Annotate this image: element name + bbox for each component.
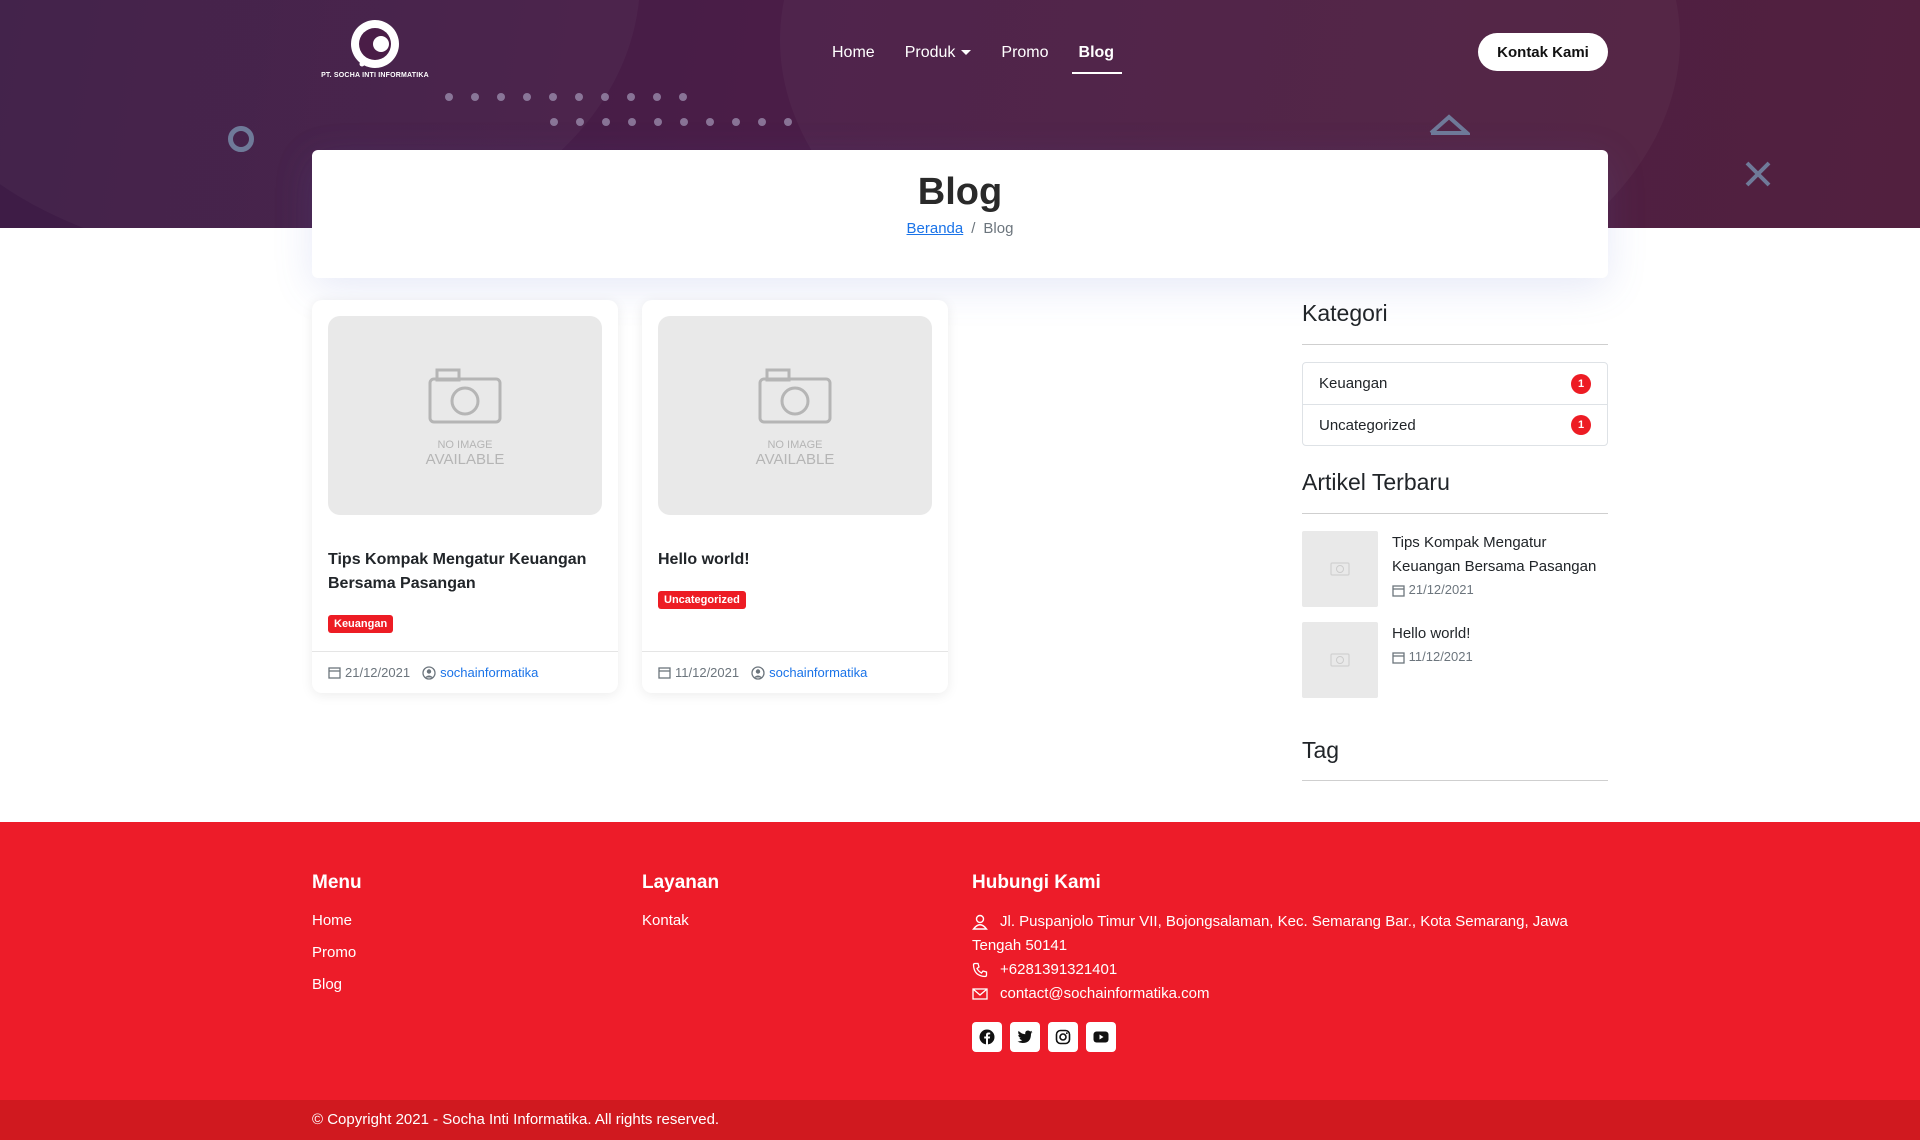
recent-articles-heading: Artikel Terbaru bbox=[1302, 469, 1450, 495]
footer-link-promo[interactable]: Promo bbox=[312, 944, 356, 961]
no-image-label: AVAILABLE bbox=[755, 451, 835, 468]
category-name: Uncategorized bbox=[1319, 416, 1416, 434]
footer-services-heading: Layanan bbox=[642, 872, 720, 893]
logo-mark-icon bbox=[351, 20, 399, 68]
contact-phone: +6281391321401 bbox=[972, 958, 1592, 982]
nav-home[interactable]: Home bbox=[824, 40, 883, 66]
category-item[interactable]: Uncategorized 1 bbox=[1303, 404, 1607, 445]
categories-heading: Kategori bbox=[1302, 300, 1388, 326]
post-author-link[interactable]: sochainformatika bbox=[440, 665, 538, 680]
triangle-decoration bbox=[1429, 114, 1470, 135]
breadcrumb-home-link[interactable]: Beranda bbox=[907, 220, 964, 237]
camera-icon bbox=[1330, 562, 1350, 576]
youtube-icon[interactable] bbox=[1086, 1022, 1116, 1052]
nav-promo[interactable]: Promo bbox=[993, 40, 1056, 66]
divider bbox=[1302, 513, 1608, 514]
page-title: Blog bbox=[917, 171, 1003, 213]
footer-link-blog[interactable]: Blog bbox=[312, 976, 342, 993]
calendar-icon bbox=[1392, 585, 1405, 597]
post-meta: 21/12/2021 sochainformatika bbox=[312, 651, 618, 693]
user-icon bbox=[972, 914, 988, 930]
ring-decoration bbox=[228, 126, 254, 152]
dots-decoration bbox=[445, 93, 687, 101]
calendar-icon bbox=[1392, 652, 1405, 664]
footer-menu-heading: Menu bbox=[312, 872, 362, 893]
category-count-badge: 1 bbox=[1571, 415, 1591, 435]
contact-address: Jl. Puspanjolo Timur VII, Bojongsalaman,… bbox=[972, 910, 1592, 958]
camera-icon bbox=[1330, 653, 1350, 667]
no-image-label: NO IMAGE bbox=[767, 439, 823, 451]
facebook-icon[interactable] bbox=[972, 1022, 1002, 1052]
chevron-down-icon bbox=[961, 50, 972, 56]
breadcrumb-current: Blog bbox=[983, 220, 1014, 237]
post-title[interactable]: Hello world! bbox=[658, 548, 932, 572]
footer-contact-heading: Hubungi Kami bbox=[972, 872, 1101, 893]
camera-icon bbox=[428, 368, 502, 424]
footer-link-home[interactable]: Home bbox=[312, 912, 352, 929]
category-count-badge: 1 bbox=[1571, 373, 1591, 394]
copyright-bar: © Copyright 2021 - Socha Inti Informatik… bbox=[0, 1100, 1920, 1140]
phone-text[interactable]: +6281391321401 bbox=[1000, 961, 1117, 978]
recent-article-item[interactable]: Hello world! 11/12/2021 bbox=[1302, 622, 1608, 698]
no-image-label: AVAILABLE bbox=[425, 451, 505, 468]
post-card[interactable]: NO IMAGE AVAILABLE Hello world! Uncatego… bbox=[642, 300, 948, 693]
tag-heading: Tag bbox=[1302, 737, 1340, 763]
divider bbox=[1302, 780, 1608, 781]
email-text[interactable]: contact@sochainformatika.com bbox=[1000, 985, 1209, 1002]
logo-text: PT. SOCHA INTI INFORMATIKA bbox=[321, 72, 429, 79]
post-title[interactable]: Tips Kompak Mengatur Keuangan Bersama Pa… bbox=[328, 548, 602, 596]
category-name: Keuangan bbox=[1319, 375, 1388, 392]
twitter-icon[interactable] bbox=[1010, 1022, 1040, 1052]
camera-icon bbox=[758, 368, 832, 424]
recent-article-item[interactable]: Tips Kompak Mengatur Keuangan Bersama Pa… bbox=[1302, 531, 1608, 607]
post-thumbnail[interactable]: NO IMAGE AVAILABLE bbox=[658, 316, 932, 515]
phone-icon bbox=[972, 962, 988, 978]
user-circle-icon bbox=[422, 665, 436, 680]
post-date: 21/12/2021 bbox=[345, 665, 411, 680]
x-decoration bbox=[1745, 161, 1771, 187]
user-circle-icon bbox=[751, 665, 765, 680]
recent-article-date-text: 21/12/2021 bbox=[1408, 582, 1474, 597]
company-logo[interactable]: PT. SOCHA INTI INFORMATIKA bbox=[314, 18, 436, 84]
post-thumbnail[interactable]: NO IMAGE AVAILABLE bbox=[328, 316, 602, 515]
post-author-link[interactable]: sochainformatika bbox=[769, 665, 867, 680]
breadcrumb-separator: / bbox=[971, 220, 976, 237]
recent-article-date: 11/12/2021 bbox=[1392, 649, 1473, 664]
footer-link-kontak[interactable]: Kontak bbox=[642, 912, 689, 929]
contact-email: contact@sochainformatika.com bbox=[972, 982, 1592, 1006]
calendar-icon bbox=[328, 667, 341, 679]
address-text: Jl. Puspanjolo Timur VII, Bojongsalaman,… bbox=[972, 913, 1568, 954]
nav-blog[interactable]: Blog bbox=[1071, 40, 1123, 74]
category-list: Keuangan 1 Uncategorized 1 bbox=[1302, 362, 1608, 446]
main-nav: Home Produk Promo Blog bbox=[824, 40, 1136, 74]
page-header-card: Blog Beranda / Blog bbox=[312, 150, 1608, 278]
recent-article-thumbnail[interactable] bbox=[1302, 531, 1378, 607]
instagram-icon[interactable] bbox=[1048, 1022, 1078, 1052]
nav-produk-label: Produk bbox=[904, 44, 956, 61]
post-date: 11/12/2021 bbox=[675, 665, 740, 680]
recent-article-date: 21/12/2021 bbox=[1392, 582, 1474, 597]
dots-decoration bbox=[550, 118, 792, 126]
recent-article-title[interactable]: Tips Kompak Mengatur Keuangan Bersama Pa… bbox=[1392, 531, 1608, 579]
nav-produk-dropdown[interactable]: Produk bbox=[897, 40, 980, 66]
post-card[interactable]: NO IMAGE AVAILABLE Tips Kompak Mengatur … bbox=[312, 300, 618, 693]
contact-button[interactable]: Kontak Kami bbox=[1478, 33, 1608, 71]
recent-article-title[interactable]: Hello world! bbox=[1392, 622, 1608, 646]
breadcrumb: Beranda / Blog bbox=[312, 220, 1608, 237]
no-image-label: NO IMAGE bbox=[437, 439, 493, 451]
site-footer: Menu Home Promo Blog Layanan Kontak Hubu… bbox=[0, 822, 1920, 1100]
divider bbox=[1302, 344, 1608, 345]
calendar-icon bbox=[658, 667, 671, 679]
category-item[interactable]: Keuangan 1 bbox=[1303, 363, 1607, 404]
category-badge[interactable]: Uncategorized bbox=[658, 591, 746, 609]
recent-article-thumbnail[interactable] bbox=[1302, 622, 1378, 698]
post-meta: 11/12/2021 sochainformatika bbox=[642, 651, 948, 693]
recent-article-date-text: 11/12/2021 bbox=[1408, 649, 1473, 664]
mail-icon bbox=[972, 988, 988, 1000]
category-badge[interactable]: Keuangan bbox=[328, 615, 394, 633]
